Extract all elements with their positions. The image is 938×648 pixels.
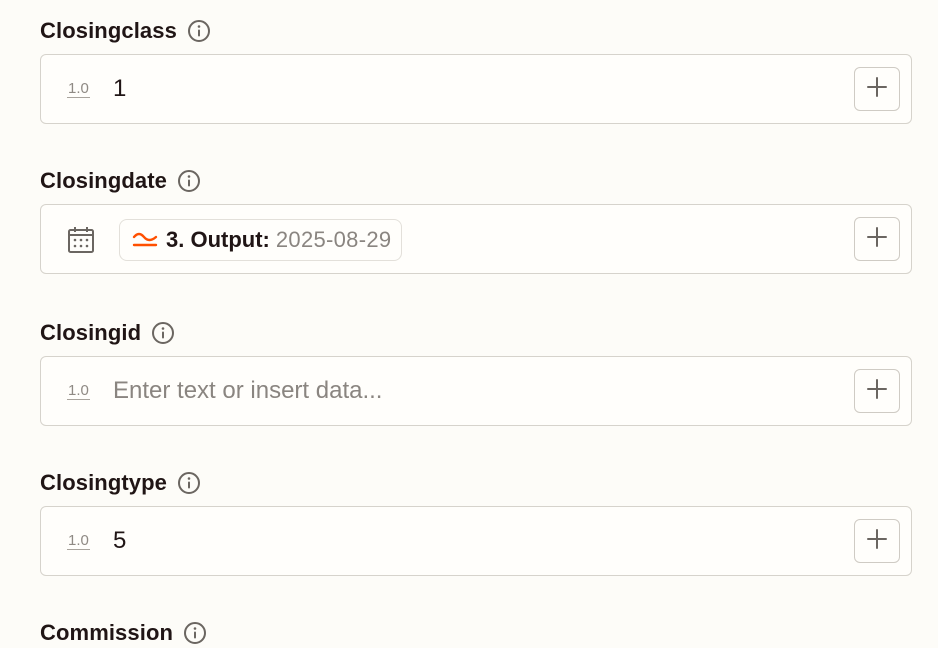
input-placeholder: Enter text or insert data... [113, 377, 383, 404]
closingid-input[interactable]: 1.0 Enter text or insert data... [40, 356, 912, 426]
mapped-data-pill[interactable]: 3. Output: 2025-08-29 [119, 219, 403, 261]
plus-icon [866, 528, 888, 555]
field-label: Closingtype [40, 470, 167, 495]
field-label-row: Closingclass [40, 16, 912, 46]
info-icon[interactable] [187, 19, 211, 43]
field-label: Closingid [40, 320, 142, 345]
closingtype-input[interactable]: 1.0 5 [40, 506, 912, 576]
closingclass-input[interactable]: 1.0 1 [40, 54, 912, 124]
info-icon[interactable] [183, 621, 207, 645]
pill-value: 2025-08-29 [275, 227, 392, 252]
insert-data-button[interactable] [854, 67, 900, 111]
field-label-row: Closingid [40, 318, 912, 348]
insert-data-button[interactable] [854, 519, 900, 563]
info-icon[interactable] [151, 321, 175, 345]
field-closingid: Closingid 1.0 Enter text or insert data.… [40, 318, 912, 426]
insert-data-button[interactable] [854, 369, 900, 413]
number-type-badge: 1.0 [67, 532, 90, 550]
input-value: 5 [113, 527, 127, 554]
field-label-row: Closingtype [40, 468, 912, 498]
plus-icon [866, 76, 888, 103]
field-label: Commission [40, 620, 174, 645]
plus-icon [866, 378, 888, 405]
field-closingdate: Closingdate 3. Output: 2025-08-29 [40, 166, 912, 274]
field-closingtype: Closingtype 1.0 5 [40, 468, 912, 576]
plus-icon [866, 226, 888, 253]
closingdate-input[interactable]: 3. Output: 2025-08-29 [40, 204, 912, 274]
field-label: Closingdate [40, 168, 167, 193]
number-type-badge: 1.0 [67, 382, 90, 400]
info-icon[interactable] [177, 471, 201, 495]
transform-output-icon [132, 229, 158, 251]
field-label-row: Commission [40, 618, 912, 648]
field-commission: Commission [40, 618, 912, 648]
calendar-icon [66, 225, 96, 255]
number-type-badge: 1.0 [67, 80, 90, 98]
info-icon[interactable] [177, 169, 201, 193]
input-value: 1 [113, 75, 127, 102]
field-closingclass: Closingclass 1.0 1 [40, 16, 912, 124]
pill-step-label: 3. Output: [166, 227, 270, 252]
insert-data-button[interactable] [854, 217, 900, 261]
field-label: Closingclass [40, 18, 177, 43]
field-label-row: Closingdate [40, 166, 912, 196]
